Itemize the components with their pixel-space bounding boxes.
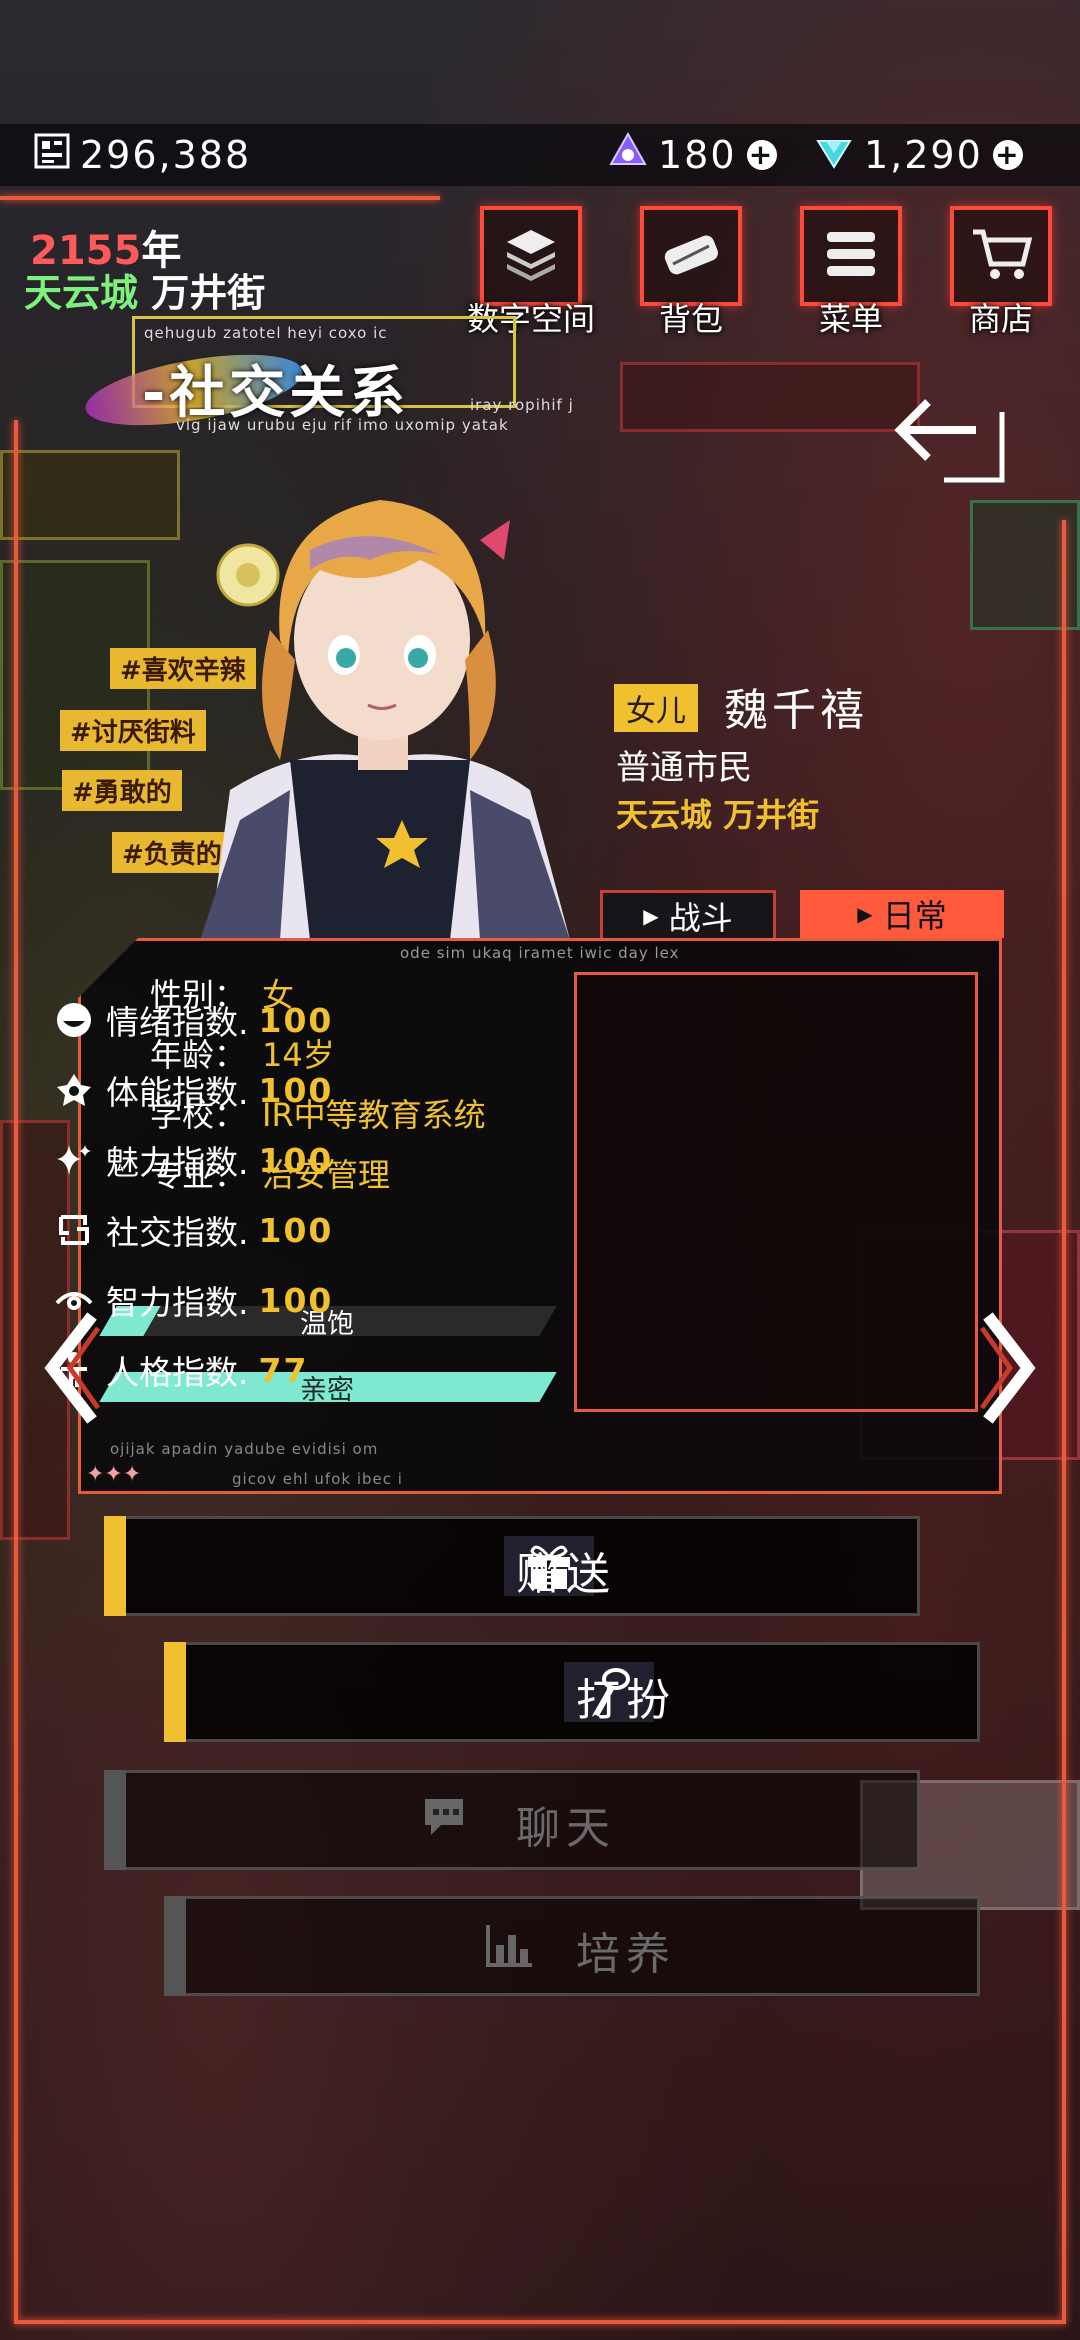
dress-up-button[interactable]: 打扮 [164,1642,980,1742]
purple-gem-value: 180 [658,133,737,177]
add-blue-gem-button[interactable]: + [992,140,1023,170]
stat-mood: 情绪指数. 100 [54,996,333,1044]
nav-menu-button[interactable]: 菜单 [800,206,902,338]
previous-character-button[interactable] [40,1308,101,1428]
title-decoration: iray ropihif j [470,396,574,414]
nav-label: 背包 [658,300,723,338]
background-sign [0,450,180,540]
stat-label: 社交指数. [106,1213,249,1252]
action-label: 聊天 [516,1803,616,1854]
relation-badge: 女儿 [614,684,698,732]
frame-line [14,2320,1066,2324]
panel-decoration: ojijak apadin yadube evidisi om [110,1440,379,1458]
credits-value: 296,388 [80,133,252,177]
bag-icon [659,224,723,288]
current-location: 天云城 万井街 [24,262,265,317]
next-character-button[interactable] [979,1308,1040,1428]
nav-label: 商店 [968,300,1033,338]
chevron-left-icon [40,1312,101,1432]
sparkle-decoration-icon: ✦✦✦ [86,1462,142,1487]
stat-social: 社交指数. 100 [54,1206,333,1254]
purple-gem-display: 180 + [608,124,777,186]
stamina-icon [54,1070,94,1110]
back-button[interactable] [884,388,1014,488]
chat-button[interactable]: 聊天 [104,1770,920,1870]
stats-panel [574,972,978,1412]
frame-line [0,196,440,200]
stat-label: 体能指数. [106,1073,249,1112]
stat-value: 100 [258,1140,334,1180]
character-home: 天云城 万井街 [616,796,820,834]
character-name: 魏千禧 [724,685,868,736]
character-portrait [170,460,590,940]
blue-gem-value: 1,290 [864,133,983,177]
nav-shop-button[interactable]: 商店 [950,206,1052,338]
back-arrow-icon [884,399,1014,492]
nav-label: 菜单 [818,300,883,338]
blue-gem-icon [814,131,854,180]
blue-gem-display: 1,290 + [814,124,1023,186]
street-name: 万井街 [151,271,266,315]
panel-decoration: gicov ehl ufok ibec i [232,1470,403,1488]
stat-label: 人格指数. [106,1353,249,1392]
stat-label: 智力指数. [106,1283,249,1322]
triangle-right-icon: ▶ [643,903,659,928]
mood-icon [54,1000,94,1040]
panel-decoration: ode sim ukaq iramet iwic day lex [400,944,680,962]
action-label: 打扮 [576,1675,676,1726]
add-purple-gem-button[interactable]: + [746,140,777,170]
layers-icon [501,224,561,288]
stat-stamina: 体能指数. 100 [54,1066,333,1114]
stat-value: 100 [258,1210,334,1250]
chart-icon [464,1916,554,1976]
frame-line [1062,520,1066,2320]
chat-icon [404,1790,494,1850]
gift-button[interactable]: 赠送 [104,1516,920,1616]
nav-bag-button[interactable]: 背包 [640,206,742,338]
frame-line [14,420,18,2320]
stat-label: 情绪指数. [106,1003,249,1042]
tab-battle[interactable]: ▶ 战斗 [600,890,776,938]
credits-icon [34,133,70,178]
action-label: 赠送 [516,1549,616,1600]
purple-gem-icon [608,131,648,180]
title-decoration: vig ijaw urubu eju rif imo uxomip yatak [176,416,509,434]
tab-label: 战斗 [668,898,733,937]
tab-daily[interactable]: ▶ 日常 [800,890,1004,938]
sparkle-icon [54,1140,94,1180]
chevron-right-icon [979,1312,1040,1432]
triangle-right-icon: ▶ [857,902,873,926]
train-button[interactable]: 培养 [164,1896,980,1996]
stat-value: 100 [258,1280,334,1320]
stat-value: 100 [258,1000,334,1040]
list-icon [821,226,881,286]
credits-display: 296,388 [34,124,251,186]
stat-label: 魅力指数. [106,1143,249,1182]
action-label: 培养 [576,1929,676,1980]
nav-digital-space-button[interactable]: 数字空间 [467,206,595,338]
character-occupation: 普通市民 [616,748,752,788]
stat-value: 77 [258,1350,309,1390]
background-sign [620,362,920,432]
stat-charm: 魅力指数. 100 [54,1136,333,1184]
cart-icon [969,224,1033,288]
currency-bar: 296,388 180 + 1,290 + [0,124,1080,186]
trait-tag: #勇敢的 [62,770,182,811]
city-name: 天云城 [24,271,139,315]
tab-label: 日常 [882,897,947,935]
social-icon [54,1210,94,1250]
stat-value: 100 [258,1070,334,1110]
